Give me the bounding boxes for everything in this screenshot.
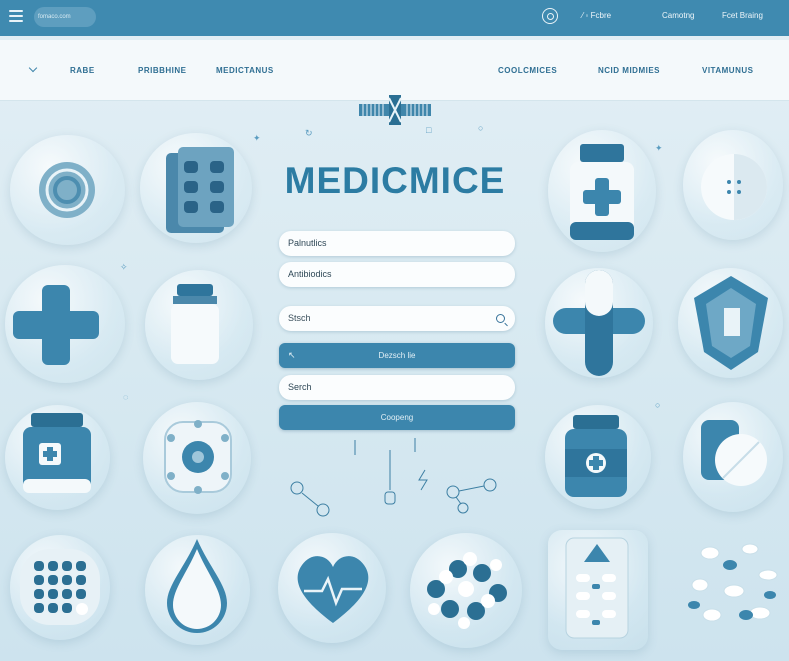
ring-pill-icon xyxy=(39,162,95,218)
address-bar[interactable]: fomaco.com xyxy=(34,7,96,27)
topbar-link-3[interactable]: Fcet Braing xyxy=(722,11,763,20)
sparkle-icon: □ xyxy=(426,125,432,135)
icon-tile-1[interactable] xyxy=(10,135,125,245)
topbar-link-1[interactable]: ⁄ ◦ Fcbre xyxy=(582,11,611,20)
pill-grid-icon xyxy=(20,549,100,625)
icon-tile-18[interactable] xyxy=(680,535,785,640)
icon-tile-3[interactable] xyxy=(548,130,656,252)
icon-tile-2[interactable] xyxy=(140,133,252,243)
pill-bottle-icon xyxy=(171,284,219,364)
submit-button[interactable]: Coopeng xyxy=(279,405,515,430)
icon-tile-9[interactable] xyxy=(5,405,110,510)
nav-item-coolcmices[interactable]: COOLCMICES xyxy=(498,66,557,75)
main-nav: RABE PRIBBHINE MEDICTANUS COOLCMICES NCI… xyxy=(0,40,789,125)
icon-tile-8[interactable] xyxy=(678,268,783,378)
icon-tile-16[interactable] xyxy=(410,533,522,648)
icon-tile-13[interactable] xyxy=(10,535,110,640)
nav-item-rabe[interactable]: RABE xyxy=(70,66,95,75)
top-bar: fomaco.com ⁄ ◦ Fcbre Camotng Fcet Braing xyxy=(0,0,789,36)
half-pill-icon xyxy=(701,154,767,220)
category-field-antibiotics[interactable]: Antibiodics xyxy=(279,262,515,287)
search-button-label: Dezsch lie xyxy=(378,351,416,360)
sparkle-icon: ◌ xyxy=(123,392,129,402)
heart-pulse-icon xyxy=(297,556,369,623)
category-field-painkillers[interactable]: Palnutlics xyxy=(279,231,515,256)
icon-tile-17[interactable] xyxy=(548,530,648,650)
topbar-link-1-label: Fcbre xyxy=(590,11,612,20)
blister-pack-icon xyxy=(166,147,234,233)
search-input-placeholder: Stsch xyxy=(288,313,311,323)
pen-icon: ⁄ ◦ xyxy=(582,11,591,20)
logo[interactable] xyxy=(359,95,431,125)
icon-tile-6[interactable] xyxy=(145,270,253,380)
nav-item-vitamunus[interactable]: VITAMUNUS xyxy=(702,66,753,75)
sparkle-icon: ✦ xyxy=(655,143,663,153)
shield-gem-icon xyxy=(694,276,768,370)
sparkle-icon: ✧ xyxy=(120,262,128,272)
search-button[interactable]: ↖ Dezsch lie xyxy=(279,343,515,368)
gear-pill-icon xyxy=(164,420,232,494)
molecule-decoration xyxy=(290,438,497,517)
sparkle-icon: ✦ xyxy=(253,133,261,143)
capsule-cross-icon xyxy=(553,270,645,376)
icon-tile-15[interactable] xyxy=(278,533,386,643)
search-icon[interactable] xyxy=(496,314,505,323)
nav-item-ncid-midmies[interactable]: NCID MIDMIES xyxy=(598,66,660,75)
menu-icon[interactable] xyxy=(9,10,23,22)
nav-item-pribbhine[interactable]: PRIBBHINE xyxy=(138,66,187,75)
page-title: MEDICMICE xyxy=(284,160,506,201)
pill-bottle-plus-icon xyxy=(570,144,634,240)
search-input[interactable]: Stsch xyxy=(279,306,515,331)
medicine-jar-icon xyxy=(23,413,91,493)
bottle-cross-icon xyxy=(565,415,627,497)
scattered-pills-icon xyxy=(688,543,778,622)
drop-icon xyxy=(167,539,227,633)
icon-tile-5[interactable] xyxy=(5,265,125,383)
blister-card-icon xyxy=(565,537,629,639)
half-tablet-icon xyxy=(701,420,767,486)
icon-tile-4[interactable] xyxy=(683,130,783,240)
nav-item-medictanus[interactable]: MEDICTANUS xyxy=(216,66,274,75)
sparkle-icon: ○ xyxy=(655,400,661,410)
icon-tile-11[interactable] xyxy=(545,405,651,509)
pills-cluster-icon xyxy=(427,552,507,629)
icon-tile-12[interactable] xyxy=(683,402,783,512)
sparkle-icon: ↻ xyxy=(305,128,313,138)
secondary-search-field[interactable]: Serch xyxy=(279,375,515,400)
account-icon[interactable] xyxy=(542,8,558,24)
chevron-down-icon[interactable] xyxy=(28,63,38,73)
icon-tile-14[interactable] xyxy=(145,535,250,645)
sparkle-icon: ○ xyxy=(478,123,484,133)
icon-tile-7[interactable] xyxy=(545,268,653,378)
icon-tile-10[interactable] xyxy=(143,402,251,514)
cross-icon xyxy=(13,285,99,365)
arrow-icon: ↖ xyxy=(288,350,296,360)
topbar-link-2[interactable]: Camotng xyxy=(662,11,694,20)
